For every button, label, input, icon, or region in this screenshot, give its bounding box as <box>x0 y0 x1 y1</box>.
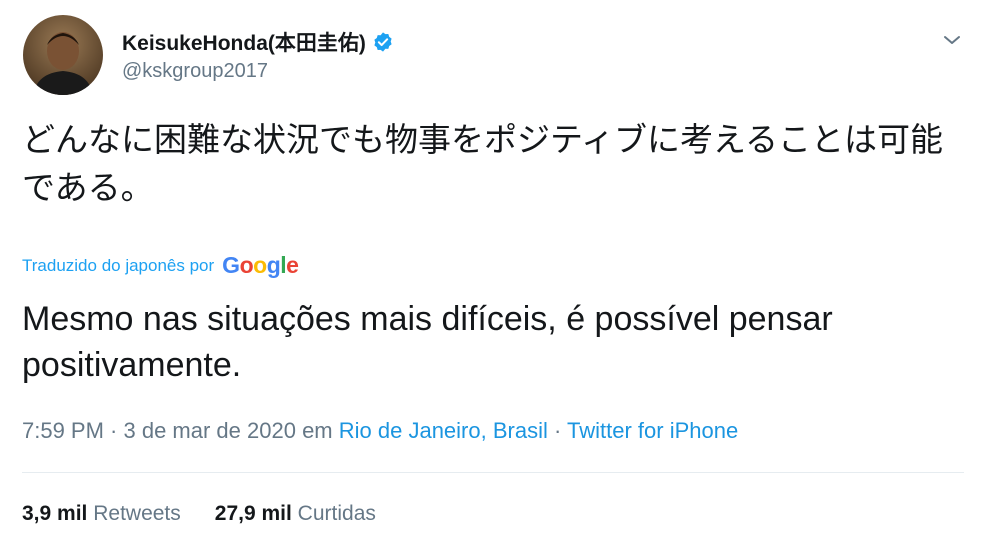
google-logo-letter: e <box>286 252 299 278</box>
author-name-row[interactable]: KeisukeHonda(本田圭佑) <box>122 27 394 57</box>
google-logo-letter: o <box>253 252 267 278</box>
verified-badge-icon <box>372 31 394 53</box>
tweet-timestamp[interactable]: 7:59 PM · 3 de mar de 2020 <box>22 418 296 443</box>
retweets-stat[interactable]: 3,9 mil Retweets <box>22 502 181 526</box>
likes-count: 27,9 mil <box>214 502 292 525</box>
google-logo-letter: o <box>239 252 254 278</box>
tweet-text: どんなに困難な状況でも物事をポジティブに考えることは可能である。 <box>22 120 944 207</box>
likes-stat[interactable]: 27,9 mil Curtidas <box>215 502 376 526</box>
source-link[interactable]: Twitter for iPhone <box>567 418 738 443</box>
google-logo-letter: g <box>266 252 281 278</box>
meta-separator: · <box>553 418 562 443</box>
avatar[interactable] <box>23 15 103 95</box>
author-handle[interactable]: @kskgroup2017 <box>122 60 268 83</box>
google-logo-letter: G <box>222 252 240 278</box>
chevron-down-icon[interactable] <box>940 28 964 52</box>
location-prefix: em <box>302 418 333 443</box>
location-link[interactable]: Rio de Janeiro, Brasil <box>339 418 548 443</box>
translation-attribution: Traduzido do japonês por Google <box>22 252 299 279</box>
tweet-stats: 3,9 mil Retweets 27,9 mil Curtidas <box>22 502 376 526</box>
retweets-count: 3,9 mil <box>22 502 88 525</box>
tweet-metadata: 7:59 PM · 3 de mar de 2020 em Rio de Jan… <box>22 418 738 444</box>
author-display-name[interactable]: KeisukeHonda(本田圭佑) <box>122 27 366 57</box>
translated-tweet-text: Mesmo nas situações mais difíceis, é pos… <box>22 300 833 384</box>
divider <box>22 472 964 473</box>
retweets-label: Retweets <box>93 502 181 525</box>
likes-label: Curtidas <box>297 502 376 525</box>
tweet-card: KeisukeHonda(本田圭佑) @kskgroup2017 どんなに困難な… <box>0 0 984 555</box>
avatar-photo <box>23 15 103 95</box>
translated-by-link[interactable]: Traduzido do japonês por <box>22 256 214 276</box>
google-logo: Google <box>222 252 299 279</box>
